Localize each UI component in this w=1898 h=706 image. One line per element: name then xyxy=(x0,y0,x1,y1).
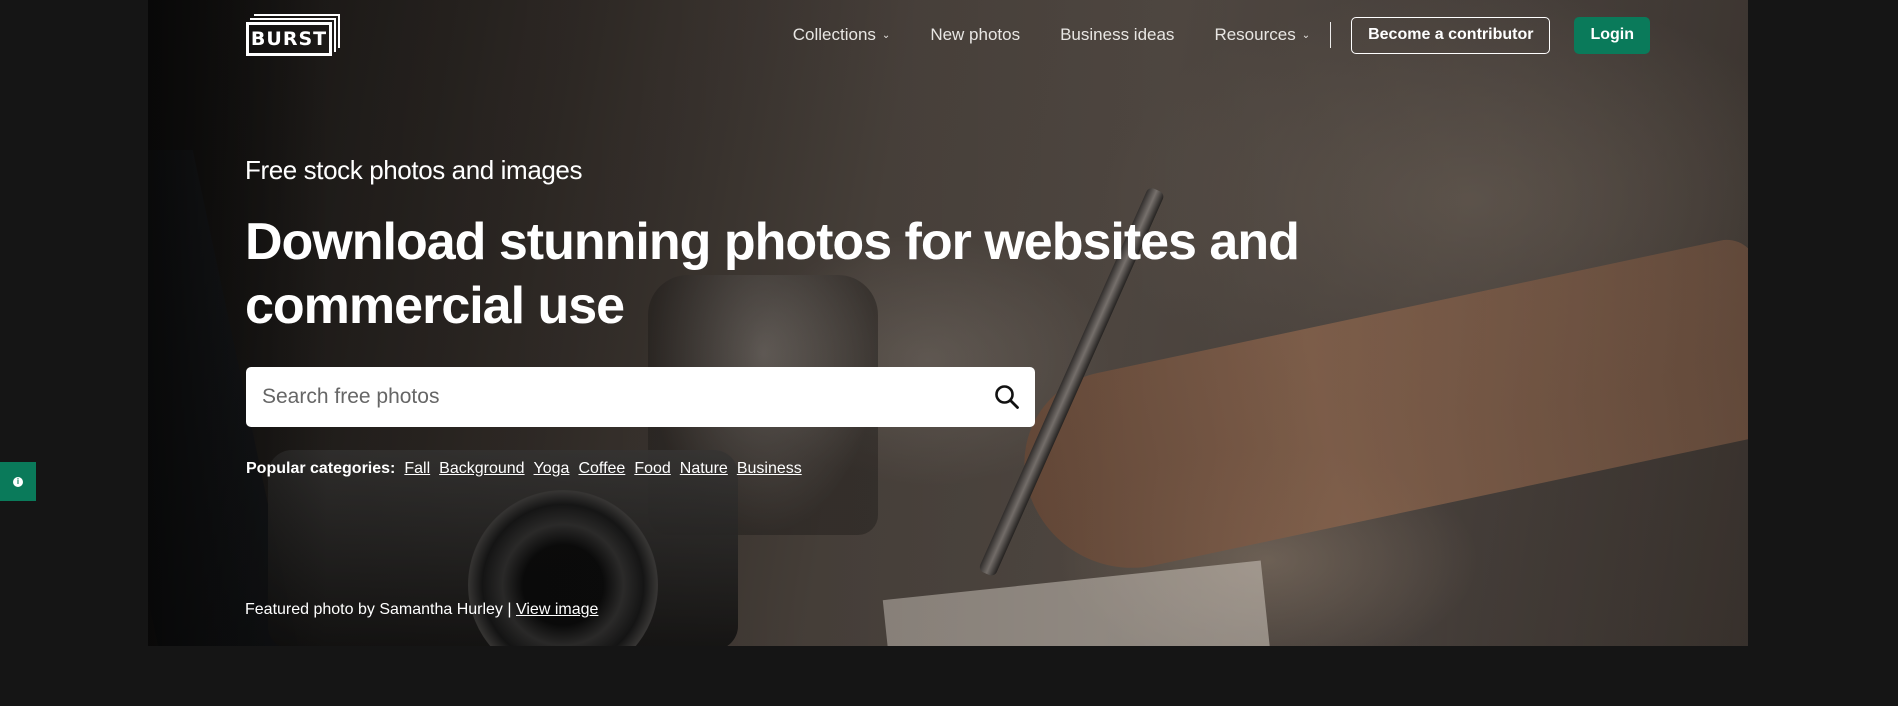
logo-text: BURST xyxy=(246,22,332,56)
login-button[interactable]: Login xyxy=(1574,16,1650,54)
nav-divider xyxy=(1330,22,1332,48)
hero-headline: Download stunning photos for websites an… xyxy=(245,213,1300,335)
search-input[interactable] xyxy=(260,366,993,428)
chevron-down-icon: ⌄ xyxy=(1301,29,1311,41)
chevron-down-icon: ⌄ xyxy=(881,29,891,41)
nav-item-resources[interactable]: Resources ⌄ xyxy=(1214,25,1310,45)
nav-item-business-ideas[interactable]: Business ideas xyxy=(1060,25,1174,45)
hero-subtitle: Free stock photos and images xyxy=(245,155,583,185)
info-icon: i xyxy=(13,476,23,487)
search-icon[interactable] xyxy=(993,383,1021,411)
category-link-coffee[interactable]: Coffee xyxy=(578,460,625,478)
nav-item-label: New photos xyxy=(930,25,1021,44)
view-image-link[interactable]: View image xyxy=(516,601,598,618)
category-link-business[interactable]: Business xyxy=(737,460,802,478)
nav-item-label: Business ideas xyxy=(1060,25,1175,44)
popular-categories: Popular categories: Fall Background Yoga… xyxy=(246,460,811,478)
page: BURST Collections ⌄ New photos Business … xyxy=(0,0,1898,706)
category-link-yoga[interactable]: Yoga xyxy=(534,460,570,478)
become-contributor-button[interactable]: Become a contributor xyxy=(1351,16,1551,54)
nav-item-label: Resources xyxy=(1214,25,1296,44)
search-box xyxy=(246,366,1035,428)
side-feedback-tab[interactable]: i xyxy=(0,462,36,501)
category-link-background[interactable]: Background xyxy=(439,460,524,478)
main-nav: Collections ⌄ New photos Business ideas … xyxy=(793,16,1650,54)
nav-item-collections[interactable]: Collections ⌄ xyxy=(793,25,891,45)
nav-item-new-photos[interactable]: New photos xyxy=(930,25,1020,45)
category-link-fall[interactable]: Fall xyxy=(404,460,430,478)
popular-categories-label: Popular categories: xyxy=(246,460,396,477)
nav-item-label: Collections xyxy=(792,25,876,44)
burst-logo[interactable]: BURST xyxy=(246,14,342,58)
category-link-food[interactable]: Food xyxy=(634,460,670,478)
credit-text: Featured photo by Samantha Hurley | xyxy=(245,601,512,618)
featured-photo-credit: Featured photo by Samantha Hurley | View… xyxy=(245,601,598,619)
category-link-nature[interactable]: Nature xyxy=(680,460,728,478)
